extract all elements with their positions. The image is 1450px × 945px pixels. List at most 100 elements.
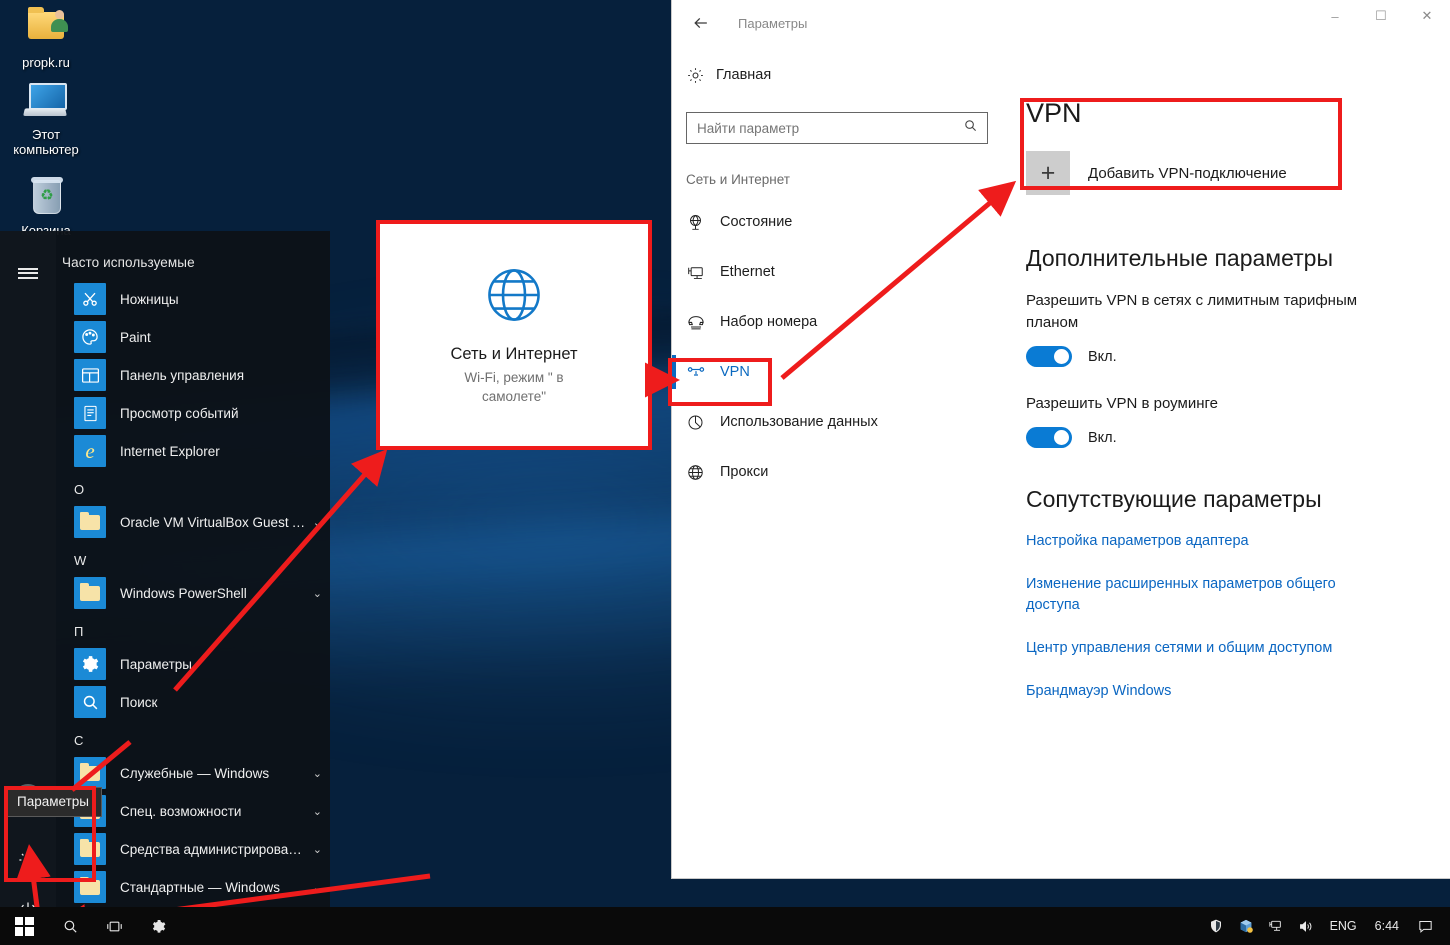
sidebar-home-label: Главная xyxy=(716,67,771,83)
advanced-settings-heading: Дополнительные параметры xyxy=(1026,245,1422,272)
back-arrow-icon[interactable] xyxy=(678,0,724,46)
this-pc-icon xyxy=(22,76,70,124)
frequent-section-title: Часто используемые xyxy=(56,251,330,280)
toggle-row-metered: Вкл. xyxy=(1026,346,1422,367)
maximize-button[interactable]: ☐ xyxy=(1358,0,1404,32)
start-menu-item-label: Параметры xyxy=(120,657,322,672)
sidebar-item-label: Набор номера xyxy=(720,314,817,330)
language-indicator[interactable]: ENG xyxy=(1321,919,1366,933)
chevron-down-icon[interactable]: ⌄ xyxy=(307,843,322,856)
toggle-label-roaming: Разрешить VPN в роуминге xyxy=(1026,393,1376,415)
link-adapter-settings[interactable]: Настройка параметров адаптера xyxy=(1026,531,1376,552)
status-globe-icon xyxy=(686,213,720,232)
start-menu-item-label: Windows PowerShell xyxy=(120,586,307,601)
desktop-icon-recycle-bin[interactable]: Корзина xyxy=(0,172,92,238)
search-input[interactable] xyxy=(686,112,988,144)
related-settings-heading: Сопутствующие параметры xyxy=(1026,486,1422,513)
sidebar-item-label: Использование данных xyxy=(720,414,878,430)
toggle-state-roaming: Вкл. xyxy=(1088,430,1117,446)
folder-icon xyxy=(74,757,106,789)
start-menu-letter-p: П xyxy=(56,612,330,645)
settings-nav-pane: Главная Сеть и Интернет xyxy=(672,46,1002,878)
chevron-down-icon[interactable]: ⌄ xyxy=(307,881,322,894)
window-controls: – ☐ ✕ xyxy=(1312,0,1450,32)
plus-icon: + xyxy=(1026,151,1070,195)
start-menu-letter-o: O xyxy=(56,470,330,503)
start-menu-item-label: Просмотр событий xyxy=(120,406,322,421)
data-usage-icon xyxy=(686,413,720,432)
sidebar-item-status[interactable]: Состояние xyxy=(672,197,1002,247)
start-menu-item-admin-tools[interactable]: Средства администрировани... ⌄ xyxy=(56,830,330,868)
add-vpn-connection-button[interactable]: + Добавить VPN-подключение xyxy=(1026,145,1422,201)
start-menu-item-paint[interactable]: Paint xyxy=(56,318,330,356)
start-menu-item-event-viewer[interactable]: Просмотр событий xyxy=(56,394,330,432)
folder-icon xyxy=(74,871,106,903)
toggle-metered[interactable] xyxy=(1026,346,1072,367)
paint-icon xyxy=(74,321,106,353)
start-menu-item-virtualbox[interactable]: Oracle VM VirtualBox Guest A... ⌄ xyxy=(56,503,330,541)
toggle-roaming[interactable] xyxy=(1026,427,1072,448)
sidebar-item-vpn[interactable]: VPN xyxy=(672,347,1002,397)
settings-nav-group-title: Сеть и Интернет xyxy=(672,144,1002,197)
toggle-state-metered: Вкл. xyxy=(1088,349,1117,365)
start-menu-item-label: Стандартные — Windows xyxy=(120,880,307,895)
start-menu-item-parameters[interactable]: Параметры xyxy=(56,645,330,683)
start-menu-item-standard[interactable]: Стандартные — Windows ⌄ xyxy=(56,868,330,906)
start-menu-settings-tooltip: Параметры xyxy=(4,787,102,817)
chevron-down-icon[interactable]: ⌄ xyxy=(307,587,322,600)
start-menu-item-label: Paint xyxy=(120,330,322,345)
start-menu-item-label: Средства администрировани... xyxy=(120,842,307,857)
start-menu-item-search[interactable]: Поиск xyxy=(56,683,330,721)
snipping-tool-icon xyxy=(74,283,106,315)
task-view-icon[interactable] xyxy=(92,907,136,945)
link-network-sharing-center[interactable]: Центр управления сетями и общим доступом xyxy=(1026,638,1376,659)
taskbar-search-icon[interactable] xyxy=(48,907,92,945)
gear-icon[interactable] xyxy=(0,836,56,884)
sidebar-item-proxy[interactable]: Прокси xyxy=(672,447,1002,497)
sidebar-item-ethernet[interactable]: Ethernet xyxy=(672,247,1002,297)
minimize-button[interactable]: – xyxy=(1312,0,1358,32)
start-menu-item-snipping[interactable]: Ножницы xyxy=(56,280,330,318)
start-menu-item-control-panel[interactable]: Панель управления xyxy=(56,356,330,394)
sidebar-item-label: Ethernet xyxy=(720,264,775,280)
desktop-icon-this-pc[interactable]: Этот компьютер xyxy=(0,76,92,157)
start-menu-item-powershell[interactable]: Windows PowerShell ⌄ xyxy=(56,574,330,612)
notification-icon[interactable] xyxy=(1408,918,1442,935)
sidebar-item-label: Состояние xyxy=(720,214,792,230)
settings-window: Параметры – ☐ ✕ Главная xyxy=(672,0,1450,878)
desktop-icon-propk[interactable]: propk.ru xyxy=(0,4,92,70)
chevron-down-icon[interactable]: ⌄ xyxy=(307,805,322,818)
taskbar-settings-icon[interactable] xyxy=(136,907,180,945)
sidebar-item-label: VPN xyxy=(720,364,750,380)
settings-content-pane: VPN + Добавить VPN-подключение Дополните… xyxy=(1002,46,1450,878)
start-menu-item-label: Поиск xyxy=(120,695,322,710)
sidebar-item-home[interactable]: Главная xyxy=(672,56,1002,94)
sidebar-item-data-usage[interactable]: Использование данных xyxy=(672,397,1002,447)
sidebar-item-dial-up[interactable]: Набор номера xyxy=(672,297,1002,347)
folder-icon xyxy=(74,833,106,865)
callout-subtitle: Wi-Fi, режим " в самолете" xyxy=(434,368,594,406)
settings-search-wrap xyxy=(672,94,1002,144)
link-advanced-sharing[interactable]: Изменение расширенных параметров общего … xyxy=(1026,574,1376,616)
link-windows-firewall[interactable]: Брандмауэр Windows xyxy=(1026,681,1376,702)
chevron-down-icon[interactable]: ⌄ xyxy=(307,767,322,780)
clock[interactable]: 6:44 xyxy=(1366,919,1408,933)
speaker-icon[interactable] xyxy=(1291,918,1321,935)
system-tray: ENG 6:44 xyxy=(1201,907,1450,945)
close-button[interactable]: ✕ xyxy=(1404,0,1450,32)
power-icon[interactable] xyxy=(0,886,56,907)
chevron-down-icon[interactable]: ⌄ xyxy=(307,516,322,529)
start-menu-letter-s: С xyxy=(56,721,330,754)
event-viewer-icon xyxy=(74,397,106,429)
start-menu-item-internet-explorer[interactable]: e Internet Explorer xyxy=(56,432,330,470)
menu-icon[interactable] xyxy=(0,249,56,297)
start-menu-item-label: Спец. возможности xyxy=(120,804,307,819)
network-internet-callout-card[interactable]: Сеть и Интернет Wi-Fi, режим " в самолет… xyxy=(376,220,652,450)
virtualbox-icon[interactable] xyxy=(1231,918,1261,934)
network-icon[interactable] xyxy=(1261,918,1291,934)
windows-logo-icon[interactable] xyxy=(0,907,48,945)
settings-body: Главная Сеть и Интернет xyxy=(672,46,1450,878)
proxy-globe-icon xyxy=(686,463,720,482)
start-menu-item-label: Oracle VM VirtualBox Guest A... xyxy=(120,515,307,530)
shield-icon[interactable] xyxy=(1201,918,1231,934)
